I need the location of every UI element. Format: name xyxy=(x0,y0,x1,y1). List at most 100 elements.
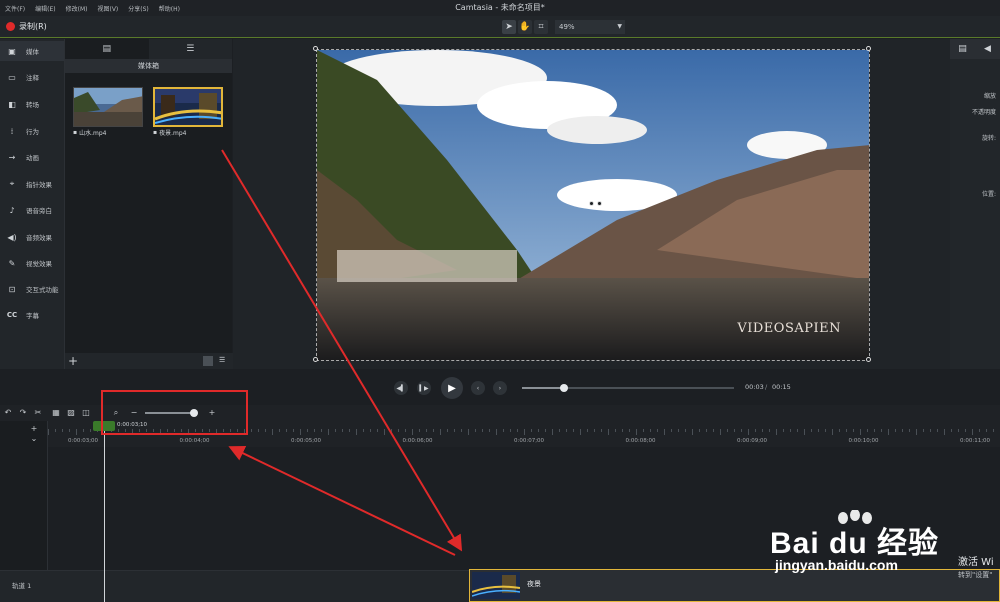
sidebar-item-label: 语音旁白 xyxy=(26,207,52,215)
ruler-tick xyxy=(594,429,595,432)
grid-view-icon[interactable] xyxy=(203,356,213,366)
animation-icon: → xyxy=(8,152,16,162)
ruler-tick xyxy=(923,429,924,432)
menu-help[interactable]: 帮助(H) xyxy=(154,4,185,13)
next-clip-button[interactable]: › xyxy=(493,381,507,395)
resize-handle[interactable] xyxy=(313,46,318,51)
prev-clip-button[interactable]: ‹ xyxy=(471,381,485,395)
sidebar-item-annotations[interactable]: ▭ 注释 xyxy=(0,67,64,87)
list-view-icon[interactable]: ☰ xyxy=(219,356,229,366)
ruler-tick xyxy=(251,429,252,432)
sidebar-item-audio-effects[interactable]: ◀) 音频效果 xyxy=(0,227,64,247)
ruler-label: 0:00:04;00 xyxy=(179,438,210,444)
ruler-tick xyxy=(769,429,770,432)
resize-handle[interactable] xyxy=(866,46,871,51)
main-toolbar: 录制(R) ➤ ✋ ⌗ 49% ▼ xyxy=(0,16,1000,38)
sidebar-item-voice-narration[interactable]: ♪ 语音旁白 xyxy=(0,200,64,220)
ruler-tick xyxy=(363,429,364,432)
redo-icon[interactable]: ↷ xyxy=(17,407,29,419)
scrubber-fill xyxy=(522,387,565,389)
ruler-tick xyxy=(993,429,994,432)
paste-icon[interactable]: ▨ xyxy=(65,407,77,419)
canvas-tools: ➤ ✋ ⌗ xyxy=(502,20,548,34)
undo-icon[interactable]: ↶ xyxy=(2,407,14,419)
ruler-tick xyxy=(699,429,700,432)
menu-file[interactable]: 文件(F) xyxy=(0,4,30,13)
menu-share[interactable]: 分享(S) xyxy=(123,4,154,13)
rotate-handle[interactable] xyxy=(589,201,594,206)
ruler-tick xyxy=(48,429,49,435)
split-icon[interactable]: ◫ xyxy=(80,407,92,419)
ruler-tick xyxy=(790,429,791,432)
record-button[interactable]: 录制(R) xyxy=(6,21,47,32)
resize-handle[interactable] xyxy=(866,357,871,362)
menu-modify[interactable]: 修改(M) xyxy=(61,4,93,13)
pointer-icon[interactable]: ➤ xyxy=(502,20,516,34)
ruler-tick xyxy=(342,429,343,432)
menu-edit[interactable]: 编辑(E) xyxy=(30,4,60,13)
ruler-tick xyxy=(517,429,518,432)
sidebar-item-interactive[interactable]: ⊡ 交互式功能 xyxy=(0,279,64,299)
copy-icon[interactable]: ▦ xyxy=(50,407,62,419)
step-back-button[interactable]: ◀▍ xyxy=(394,381,408,395)
zoom-select[interactable]: 49% ▼ xyxy=(555,20,625,34)
sidebar-item-captions[interactable]: CC 字幕 xyxy=(0,305,64,325)
opacity-label: 不透明度 xyxy=(971,109,996,116)
ruler-tick xyxy=(566,429,567,432)
crop-icon[interactable]: ⌗ xyxy=(534,20,548,34)
bin-footer: + ☰ xyxy=(65,353,233,369)
bin-title: 媒体箱 xyxy=(65,59,232,73)
hand-icon[interactable]: ✋ xyxy=(518,20,532,34)
sidebar-item-media[interactable]: ▣ 媒体 xyxy=(0,41,64,61)
interactive-icon: ⊡ xyxy=(8,284,16,294)
sidebar-item-visual-effects[interactable]: ✎ 视觉效果 xyxy=(0,253,64,273)
ruler-tick xyxy=(958,429,959,432)
sidebar-item-label: 字幕 xyxy=(26,312,39,320)
ruler-tick xyxy=(797,429,798,432)
bin-tabs: ▤ ☰ xyxy=(65,39,232,59)
tab-library[interactable]: ☰ xyxy=(149,39,233,59)
ruler-tick xyxy=(650,429,651,432)
video-file-icon: ▪ xyxy=(73,129,78,136)
ruler-tick xyxy=(538,429,539,432)
ruler-tick xyxy=(405,429,406,432)
ruler-tick xyxy=(727,429,728,432)
sidebar-item-label: 指针效果 xyxy=(26,181,52,189)
ruler-tick xyxy=(349,429,350,432)
ruler-tick xyxy=(804,429,805,435)
sidebar-item-cursor-effects[interactable]: ⌖ 指针效果 xyxy=(0,174,64,194)
ruler-tick xyxy=(986,429,987,432)
ruler-label: 0:00:06;00 xyxy=(402,438,433,444)
playback-scrubber[interactable] xyxy=(522,384,734,392)
ruler-tick xyxy=(580,429,581,435)
tab-media-bin[interactable]: ▤ xyxy=(65,39,149,59)
ruler-tick xyxy=(860,429,861,435)
resize-handle[interactable] xyxy=(313,357,318,362)
play-button[interactable]: ▶ xyxy=(441,377,463,399)
ruler-tick xyxy=(944,429,945,435)
ruler-tick xyxy=(776,429,777,435)
scrubber-knob[interactable] xyxy=(560,384,569,392)
ruler-label: 0:00:03;00 xyxy=(68,438,99,444)
add-media-button[interactable]: + xyxy=(68,353,78,369)
media-clip-shanshui[interactable]: ▪ 山水.mp4 xyxy=(73,87,145,141)
sidebar-item-label: 行为 xyxy=(26,128,39,136)
cut-icon[interactable]: ✂ xyxy=(32,407,44,419)
clip-name: 山水.mp4 xyxy=(79,130,107,137)
ruler-tick xyxy=(377,429,378,432)
tab-visual-properties[interactable]: ▤ xyxy=(950,39,975,59)
menu-view[interactable]: 视图(V) xyxy=(92,4,123,13)
ruler-label: 0:00:05;00 xyxy=(291,438,322,444)
ruler-tick xyxy=(916,429,917,435)
tab-audio-properties[interactable]: ◀ xyxy=(975,39,1000,59)
rotate-handle[interactable] xyxy=(597,201,602,206)
media-clip-yejing[interactable]: ▪ 夜景.mp4 xyxy=(153,87,225,141)
ruler-tick xyxy=(748,429,749,435)
sidebar-item-behaviors[interactable]: ⁞ 行为 xyxy=(0,121,64,141)
step-forward-button[interactable]: ▍▶ xyxy=(417,381,431,395)
properties-tabs: ▤ ◀ xyxy=(950,39,1000,59)
sidebar-item-animations[interactable]: → 动画 xyxy=(0,147,64,167)
media-bin: ▤ ☰ 媒体箱 ▪ 山水.mp4 ▪ 夜景.mp4 + ☰ xyxy=(64,39,233,369)
chevron-down-icon[interactable]: ⌄ xyxy=(28,433,40,445)
sidebar-item-transitions[interactable]: ◧ 转场 xyxy=(0,94,64,114)
